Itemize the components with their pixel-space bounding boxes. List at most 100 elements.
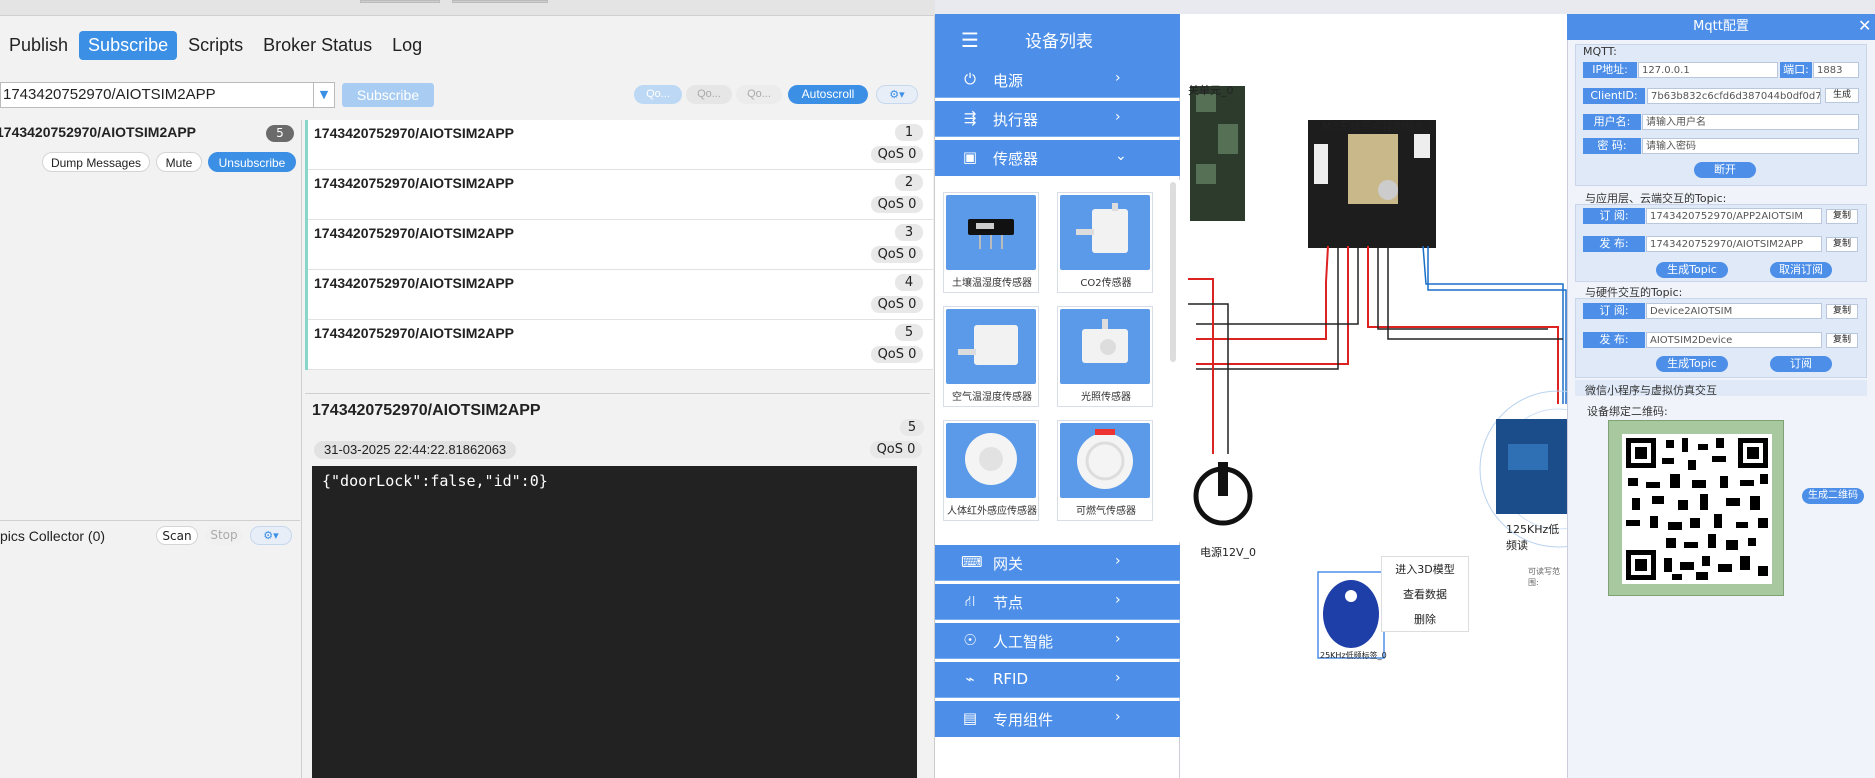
detail-timestamp: 31-03-2025 22:44:22.81862063 [314,441,517,459]
simulation-canvas[interactable]: 关单元_0 M3无线节点控制板B_0 电源12V_0 125KHz低频读 25K… [1188,14,1568,778]
qos1-button[interactable]: Qo... [686,85,732,104]
port-field[interactable]: 1883 [1813,62,1859,78]
unsubscribe-button[interactable]: Unsubscribe [208,152,296,172]
tab-subscribe[interactable]: Subscribe [79,30,178,60]
list-item[interactable]: 1743420752970/AIOTSIM2APP 5 QoS 0 [308,320,933,370]
chevron-down-icon[interactable]: ▼ [313,82,335,108]
list-item[interactable]: 1743420752970/AIOTSIM2APP 1 QoS 0 [308,120,933,170]
password-field[interactable]: 请输入密码 [1642,138,1859,154]
hw-publish-field[interactable]: AIOTSIM2Device [1646,332,1822,348]
menu-item-enter-3d[interactable]: 进入3D模型 [1382,557,1468,582]
copy-button[interactable]: 复制 [1826,209,1858,224]
relay-label: 关单元_0 [1188,84,1234,97]
generate-button[interactable]: 生成 [1825,88,1859,103]
app-subscribe-field[interactable]: 1743420752970/APP2AIOTSIM [1646,208,1822,224]
menu-item-view-data[interactable]: 查看数据 [1382,582,1468,607]
sensor-card-light[interactable]: 光照传感器 [1057,306,1153,407]
list-item[interactable]: 1743420752970/AIOTSIM2APP 4 QoS 0 [308,270,933,320]
category-sensor[interactable]: ▣ 传感器 ⌄ [935,140,1180,176]
cancel-subscribe-button[interactable]: 取消订阅 [1770,262,1832,278]
category-label: 人工智能 [993,633,1054,651]
mute-button[interactable]: Mute [156,152,202,172]
tab-publish[interactable]: Publish [0,31,77,60]
category-power[interactable]: ⏻ 电源 › [935,62,1180,98]
category-label: 节点 [993,594,1024,612]
category-actuator[interactable]: ⇶ 执行器 › [935,101,1180,137]
subscription-count-badge: 5 [266,125,294,142]
category-ai[interactable]: ☉ 人工智能 › [935,623,1180,659]
tab-scripts[interactable]: Scripts [179,31,252,60]
sensor-card-gas[interactable]: 可燃气传感器 [1057,420,1153,521]
gear-icon[interactable]: ⚙▾ [876,85,918,104]
generate-qr-button[interactable]: 生成二维码 [1802,488,1864,504]
subscription-topic[interactable]: 1743420752970/AIOTSIM2APP [0,124,196,140]
sensor-label: 人体红外感应传感器 [947,506,1037,517]
air-sensor-image [946,309,1036,384]
qos0-button[interactable]: Qo... [634,85,682,104]
category-rfid[interactable]: ⌁ RFID › [935,662,1180,698]
message-topic: 1743420752970/AIOTSIM2APP [314,325,515,341]
category-gateway[interactable]: ⌨ 网关 › [935,545,1180,581]
payload-view[interactable]: {"doorLock":false,"id":0} [312,466,917,778]
qr-code-frame [1608,420,1784,596]
top-strip-control[interactable] [360,0,440,3]
sensor-card-pir[interactable]: 人体红外感应传感器 [943,420,1039,521]
message-topic: 1743420752970/AIOTSIM2APP [314,225,515,241]
rfid-tag-label: 25KHz低频标签_0 [1320,651,1387,660]
generate-hw-topic-button[interactable]: 生成Topic [1656,356,1728,372]
message-topic: 1743420752970/AIOTSIM2APP [314,125,515,141]
divider [935,619,1180,620]
chevron-right-icon: › [1115,553,1121,569]
divider [935,97,1180,98]
subscribe-hw-button[interactable]: 订阅 [1770,356,1832,372]
disconnect-button[interactable]: 断开 [1694,162,1756,178]
list-item[interactable]: 1743420752970/AIOTSIM2APP 3 QoS 0 [308,220,933,270]
stop-button[interactable]: Stop [205,526,243,545]
hw-subscribe-field[interactable]: Device2AIOTSIM [1646,303,1822,319]
air-sensor-picture [958,325,1018,365]
message-qos: QoS 0 [871,296,923,313]
clientid-label: ClientID: [1583,88,1645,104]
app-publish-field[interactable]: 1743420752970/AIOTSIM2APP [1646,236,1822,252]
rfid-reader-label: 125KHz低频读 [1506,523,1560,552]
tab-log[interactable]: Log [383,31,431,60]
category-special-components[interactable]: ▤ 专用组件 › [935,701,1180,737]
sensor-card-soil[interactable]: 土壤温湿度传感器 [943,192,1039,293]
topic-input[interactable]: 1743420752970/AIOTSIM2APP [0,82,315,108]
ip-field[interactable]: 127.0.0.1 [1638,62,1778,78]
subscribe-button[interactable]: Subscribe [342,83,434,107]
copy-button[interactable]: 复制 [1826,333,1858,348]
tab-broker-status[interactable]: Broker Status [254,31,381,60]
divider [935,697,1180,698]
category-label: 执行器 [993,111,1039,129]
soil-sensor-image [946,195,1036,270]
close-icon[interactable]: ✕ [1858,16,1871,35]
chevron-right-icon: › [1115,631,1121,647]
port-label: 端口: [1780,62,1812,78]
qr-code-icon [1622,434,1772,584]
copy-button[interactable]: 复制 [1826,237,1858,252]
list-item[interactable]: 1743420752970/AIOTSIM2APP 2 QoS 0 [308,170,933,220]
copy-button[interactable]: 复制 [1826,304,1858,319]
category-node[interactable]: ⛙ 节点 › [935,584,1180,620]
hw-publish-label: 发 布: [1583,332,1645,348]
sensor-card-co2[interactable]: CO2传感器 [1057,192,1153,293]
clientid-field[interactable]: 7b63b832c6cfd6d387044b0df0d7090f [1647,88,1821,104]
detail-qos: QoS 0 [870,441,922,458]
qos2-button[interactable]: Qo... [736,85,782,104]
dump-messages-button[interactable]: Dump Messages [42,152,150,172]
sidebar-scrollbar[interactable] [1170,182,1176,362]
scan-button[interactable]: Scan [156,526,198,545]
top-strip-control[interactable] [452,0,548,3]
gear-icon[interactable]: ⚙▾ [250,526,292,545]
menu-icon[interactable]: ☰ [961,28,979,52]
chevron-right-icon: › [1115,592,1121,608]
category-label: 专用组件 [993,711,1054,729]
menu-item-delete[interactable]: 删除 [1382,607,1468,632]
generate-topic-button[interactable]: 生成Topic [1656,262,1728,278]
autoscroll-button[interactable]: Autoscroll [788,85,868,104]
sensor-label: 空气温湿度传感器 [952,392,1032,403]
pane-divider[interactable] [301,120,302,778]
username-field[interactable]: 请输入用户名 [1642,114,1859,130]
sensor-card-air[interactable]: 空气温湿度传感器 [943,306,1039,407]
